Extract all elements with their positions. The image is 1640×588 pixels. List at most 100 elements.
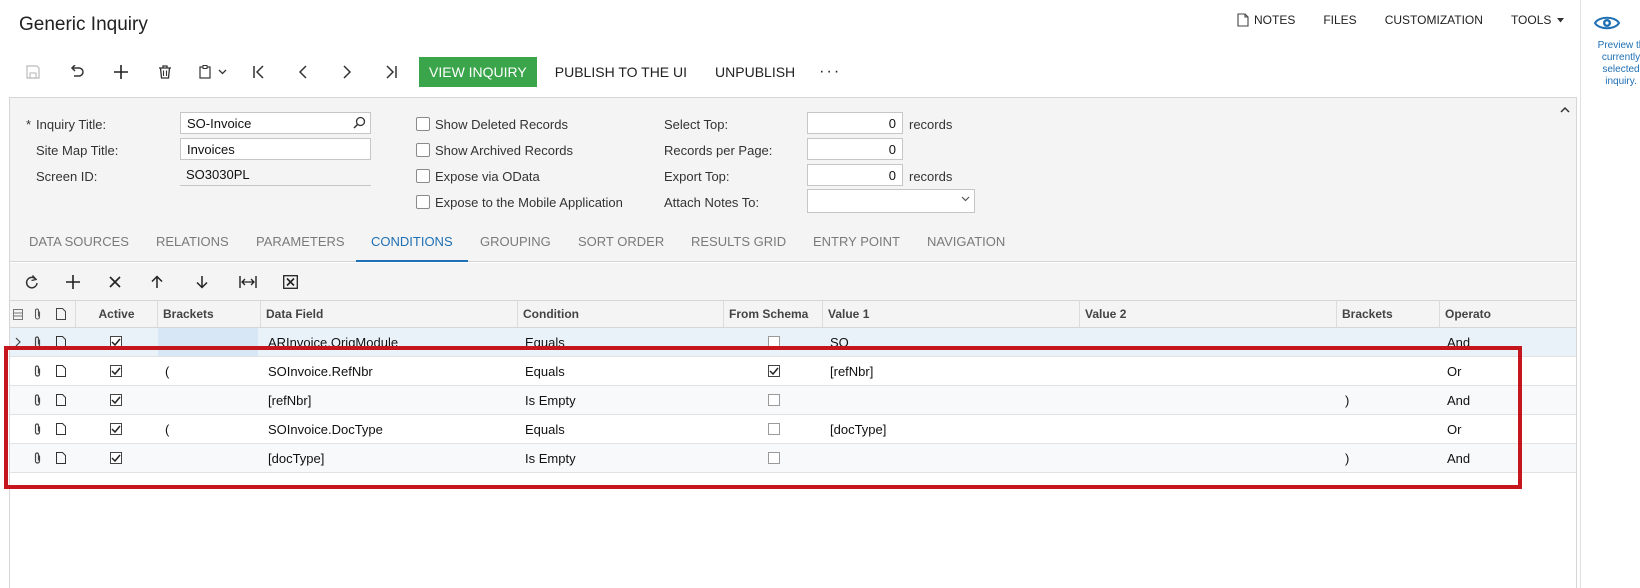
add-row-button[interactable] bbox=[61, 271, 85, 293]
tab-relations[interactable]: RELATIONS bbox=[141, 222, 244, 262]
row-expand-chevron-icon[interactable] bbox=[13, 328, 23, 356]
add-button[interactable] bbox=[107, 58, 135, 86]
table-row[interactable]: ( SOInvoice.DocType Equals [docType] Or bbox=[10, 415, 1576, 444]
condition-cell[interactable]: Is Empty bbox=[525, 444, 720, 472]
fit-columns-button[interactable] bbox=[236, 271, 260, 293]
active-checkbox[interactable] bbox=[108, 444, 124, 472]
column-operator[interactable]: Operato bbox=[1439, 301, 1505, 327]
table-row[interactable]: [refNbr] Is Empty ) And bbox=[10, 386, 1576, 415]
value1-cell[interactable] bbox=[830, 444, 1075, 472]
data-field-cell[interactable]: SOInvoice.RefNbr bbox=[268, 357, 513, 385]
table-row[interactable]: ( SOInvoice.RefNbr Equals [refNbr] Or bbox=[10, 357, 1576, 386]
condition-cell[interactable]: Is Empty bbox=[525, 386, 720, 414]
tab-parameters[interactable]: PARAMETERS bbox=[241, 222, 360, 262]
tab-sort-order[interactable]: SORT ORDER bbox=[563, 222, 679, 262]
tab-results-grid[interactable]: RESULTS GRID bbox=[676, 222, 801, 262]
column-value2[interactable]: Value 2 bbox=[1079, 301, 1336, 327]
delete-row-button[interactable] bbox=[103, 271, 127, 293]
select-top-field[interactable]: 0 bbox=[807, 112, 903, 134]
value1-cell[interactable]: [docType] bbox=[830, 415, 1075, 443]
condition-cell[interactable]: Equals bbox=[525, 415, 720, 443]
value1-cell[interactable] bbox=[830, 386, 1075, 414]
tools-menu[interactable]: TOOLS bbox=[1511, 13, 1565, 27]
open-bracket-cell[interactable]: ( bbox=[165, 357, 255, 385]
from-schema-checkbox[interactable] bbox=[766, 328, 782, 356]
note-icon[interactable] bbox=[54, 357, 68, 385]
attachment-icon[interactable] bbox=[30, 444, 44, 472]
value1-cell[interactable]: [refNbr] bbox=[830, 357, 1075, 385]
customization-link[interactable]: CUSTOMIZATION bbox=[1385, 13, 1483, 27]
preview-text[interactable]: Preview th currently selected inquiry. bbox=[1593, 40, 1640, 88]
more-actions-button[interactable]: ··· bbox=[819, 63, 841, 81]
open-bracket-cell[interactable] bbox=[165, 444, 255, 472]
operator-cell[interactable]: And bbox=[1447, 386, 1507, 414]
show-deleted-checkbox[interactable] bbox=[416, 117, 430, 131]
value1-cell[interactable]: SO bbox=[830, 328, 1075, 356]
move-up-button[interactable] bbox=[145, 271, 169, 293]
from-schema-checkbox[interactable] bbox=[766, 386, 782, 414]
undo-button[interactable] bbox=[63, 58, 91, 86]
column-brackets-close[interactable]: Brackets bbox=[1336, 301, 1439, 327]
move-down-button[interactable] bbox=[190, 271, 214, 293]
data-field-cell[interactable]: SOInvoice.DocType bbox=[268, 415, 513, 443]
export-top-field[interactable]: 0 bbox=[807, 164, 903, 186]
condition-cell[interactable]: Equals bbox=[525, 357, 720, 385]
collapse-chevron-icon[interactable] bbox=[1560, 106, 1570, 113]
condition-cell[interactable]: Equals bbox=[525, 328, 720, 356]
close-bracket-cell[interactable] bbox=[1345, 328, 1435, 356]
search-icon[interactable] bbox=[353, 116, 366, 129]
column-from-schema[interactable]: From Schema bbox=[723, 301, 822, 327]
attachment-icon[interactable] bbox=[30, 386, 44, 414]
operator-cell[interactable]: And bbox=[1447, 328, 1507, 356]
tab-conditions[interactable]: CONDITIONS bbox=[356, 222, 468, 262]
open-bracket-cell[interactable]: ( bbox=[165, 415, 255, 443]
unpublish-button[interactable]: UNPUBLISH bbox=[715, 64, 795, 80]
close-bracket-cell[interactable]: ) bbox=[1345, 444, 1435, 472]
records-per-page-field[interactable]: 0 bbox=[807, 138, 903, 160]
open-bracket-cell[interactable] bbox=[165, 328, 255, 356]
active-checkbox[interactable] bbox=[108, 415, 124, 443]
operator-cell[interactable]: Or bbox=[1447, 357, 1507, 385]
from-schema-checkbox[interactable] bbox=[766, 415, 782, 443]
tab-entry-point[interactable]: ENTRY POINT bbox=[798, 222, 915, 262]
note-icon[interactable] bbox=[54, 386, 68, 414]
last-record-button[interactable] bbox=[377, 58, 405, 86]
show-archived-checkbox[interactable] bbox=[416, 143, 430, 157]
tab-data-sources[interactable]: DATA SOURCES bbox=[14, 222, 144, 262]
copy-paste-button[interactable] bbox=[195, 58, 233, 86]
operator-cell[interactable]: And bbox=[1447, 444, 1507, 472]
first-record-button[interactable] bbox=[245, 58, 273, 86]
export-excel-button[interactable] bbox=[278, 271, 302, 293]
column-condition[interactable]: Condition bbox=[517, 301, 723, 327]
data-field-cell[interactable]: ARInvoice.OrigModule bbox=[268, 328, 513, 356]
tab-navigation[interactable]: NAVIGATION bbox=[912, 222, 1020, 262]
notes-link[interactable]: NOTES bbox=[1237, 13, 1295, 27]
value2-cell[interactable] bbox=[1087, 444, 1332, 472]
refresh-button[interactable] bbox=[20, 271, 44, 293]
attachment-icon[interactable] bbox=[30, 415, 44, 443]
active-checkbox[interactable] bbox=[108, 328, 124, 356]
value2-cell[interactable] bbox=[1087, 386, 1332, 414]
site-map-title-field[interactable]: Invoices bbox=[180, 138, 371, 160]
close-bracket-cell[interactable] bbox=[1345, 357, 1435, 385]
column-value1[interactable]: Value 1 bbox=[822, 301, 1079, 327]
view-inquiry-button[interactable]: VIEW INQUIRY bbox=[419, 57, 537, 87]
data-field-cell[interactable]: [docType] bbox=[268, 444, 513, 472]
expose-mobile-checkbox[interactable] bbox=[416, 195, 430, 209]
note-icon[interactable] bbox=[54, 444, 68, 472]
column-brackets-open[interactable]: Brackets bbox=[157, 301, 260, 327]
table-row[interactable]: [docType] Is Empty ) And bbox=[10, 444, 1576, 473]
close-bracket-cell[interactable] bbox=[1345, 415, 1435, 443]
table-row[interactable]: ARInvoice.OrigModule Equals SO And bbox=[10, 328, 1576, 357]
files-link[interactable]: FILES bbox=[1323, 13, 1356, 27]
value2-cell[interactable] bbox=[1087, 357, 1332, 385]
delete-button[interactable] bbox=[151, 58, 179, 86]
value2-cell[interactable] bbox=[1087, 415, 1332, 443]
column-data-field[interactable]: Data Field bbox=[260, 301, 517, 327]
publish-button[interactable]: PUBLISH TO THE UI bbox=[555, 64, 687, 80]
from-schema-checkbox[interactable] bbox=[766, 357, 782, 385]
active-checkbox[interactable] bbox=[108, 357, 124, 385]
column-active[interactable]: Active bbox=[75, 301, 157, 327]
expose-odata-checkbox[interactable] bbox=[416, 169, 430, 183]
inquiry-title-field[interactable]: SO-Invoice bbox=[180, 112, 371, 134]
